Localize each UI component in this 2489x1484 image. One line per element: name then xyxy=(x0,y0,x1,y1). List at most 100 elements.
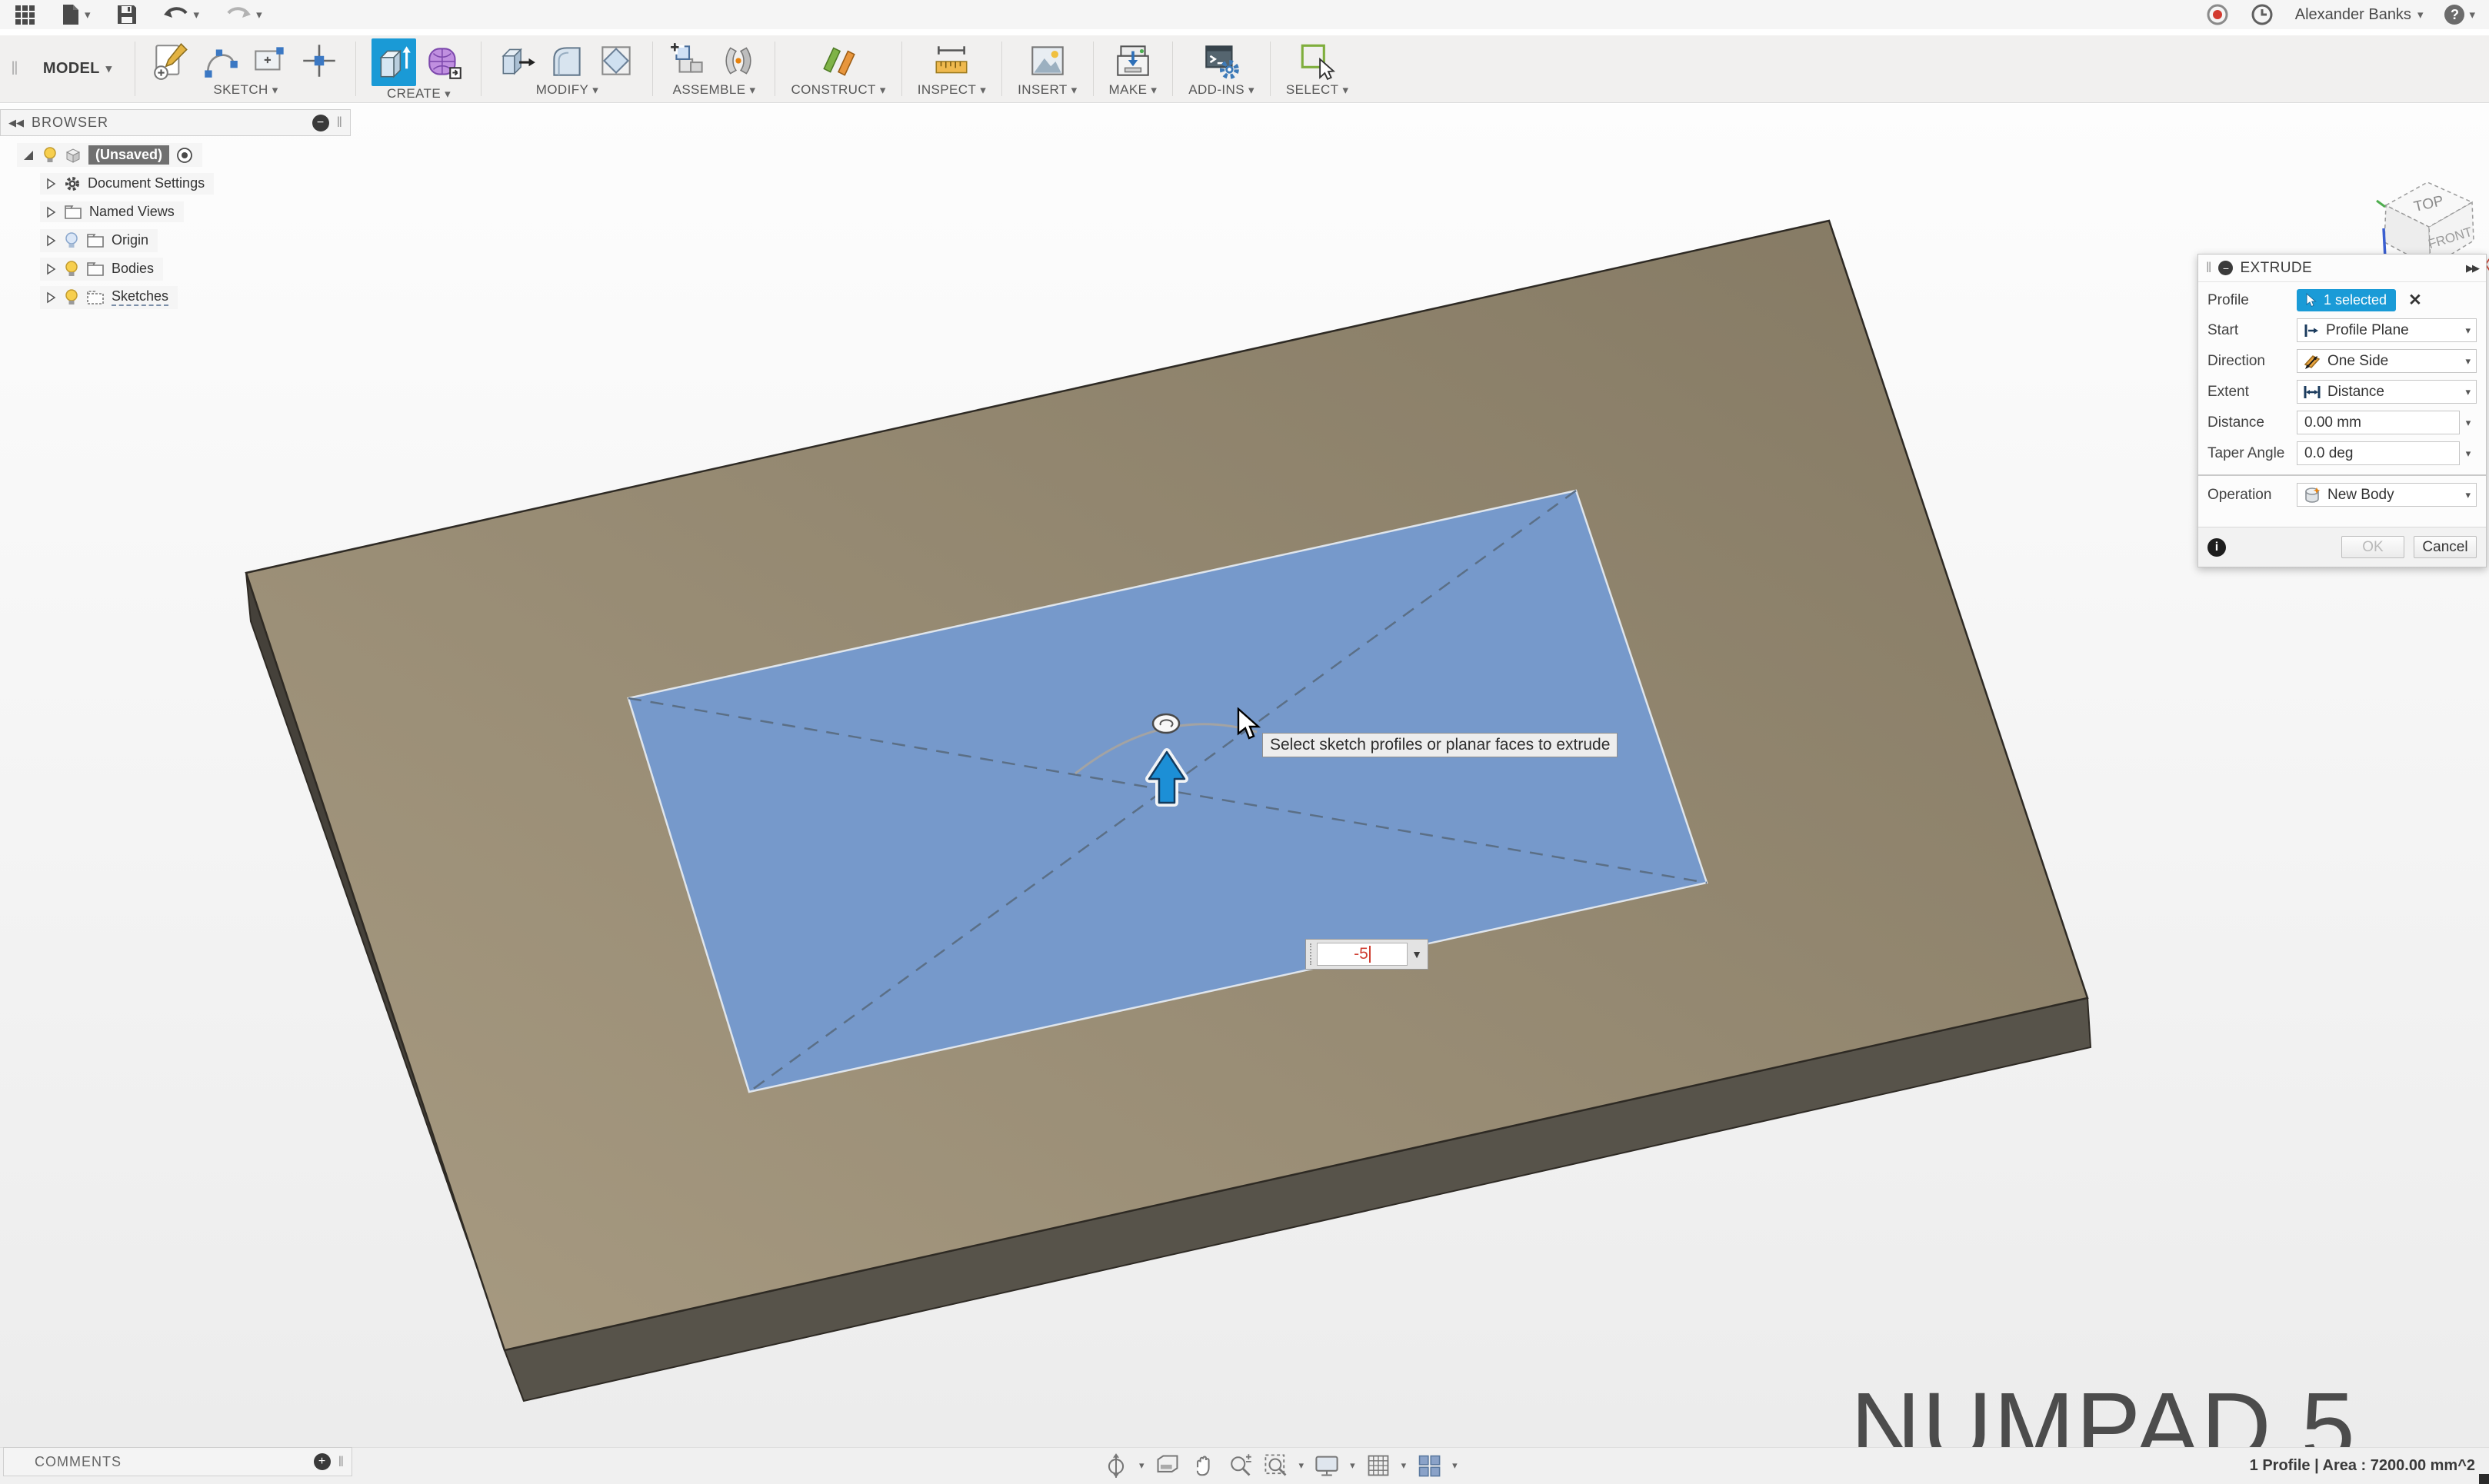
make-group-label[interactable]: MAKE▾ xyxy=(1109,82,1158,101)
ribbon-drag-handle[interactable]: ‖ xyxy=(11,58,18,80)
visibility-bulb-on-icon[interactable] xyxy=(42,146,58,165)
assemble-group-label[interactable]: ASSEMBLE▾ xyxy=(673,82,756,101)
sketch-spline-icon[interactable] xyxy=(200,40,242,82)
dialog-row-taper: Taper Angle 0.0 deg ▾ xyxy=(2207,441,2477,465)
viewport-canvas[interactable]: Select sketch profiles or planar faces t… xyxy=(0,104,2489,1447)
taper-angle-field[interactable]: 0.0 deg xyxy=(2297,441,2460,465)
distance-field[interactable]: 0.00 mm xyxy=(2297,411,2460,434)
workspace-switcher[interactable]: MODEL ▾ xyxy=(23,35,132,102)
new-component-icon[interactable] xyxy=(668,40,710,82)
body-left-side-face[interactable] xyxy=(246,573,524,1401)
create-form-icon[interactable] xyxy=(424,42,465,83)
corner-grip[interactable] xyxy=(2479,1474,2489,1484)
clear-selection-icon[interactable]: ✕ xyxy=(2408,291,2422,310)
zoom-window-icon[interactable] xyxy=(1263,1452,1289,1479)
direction-dropdown[interactable]: One Side ▾ xyxy=(2297,349,2477,373)
collapsed-arrow-icon[interactable] xyxy=(45,206,57,218)
visibility-bulb-on-icon[interactable] xyxy=(64,288,79,307)
collapsed-arrow-icon[interactable] xyxy=(45,291,57,304)
browser-root-row[interactable]: (Unsaved) xyxy=(0,141,351,169)
activate-radio-icon[interactable] xyxy=(176,147,193,164)
comments-resize-handle[interactable]: ‖ xyxy=(338,1454,344,1470)
file-menu-button[interactable]: ▾ xyxy=(62,4,91,25)
create-group-label[interactable]: CREATE▾ xyxy=(387,86,451,105)
save-button[interactable] xyxy=(117,5,137,25)
distance-dropdown-button[interactable]: ▼ xyxy=(1408,948,1426,960)
fillet-icon[interactable] xyxy=(546,40,588,82)
comments-panel[interactable]: COMMENTS + ‖ xyxy=(3,1447,352,1476)
browser-item-origin[interactable]: Origin xyxy=(0,226,351,255)
clock-icon[interactable] xyxy=(2251,3,2274,26)
profile-selected-chip[interactable]: 1 selected xyxy=(2297,289,2396,311)
dialog-expand-icon[interactable]: ▶▶ xyxy=(2466,262,2478,275)
look-at-icon[interactable] xyxy=(1155,1452,1181,1479)
undo-button[interactable]: ▾ xyxy=(163,5,200,24)
collapsed-arrow-icon[interactable] xyxy=(45,178,57,190)
insert-image-icon[interactable] xyxy=(1027,40,1068,82)
3d-print-icon[interactable] xyxy=(1112,40,1154,82)
measure-icon[interactable] xyxy=(931,40,972,82)
panel-resize-handle[interactable]: ‖ xyxy=(337,115,342,131)
widget-drag-handle[interactable] xyxy=(1310,943,1314,965)
sketch-point-icon[interactable] xyxy=(298,40,340,82)
browser-item-named-views[interactable]: Named Views xyxy=(0,198,351,226)
joint-icon[interactable] xyxy=(718,40,759,82)
redo-button[interactable]: ▾ xyxy=(225,5,262,24)
expanded-arrow-icon[interactable] xyxy=(22,148,35,162)
document-name[interactable]: (Unsaved) xyxy=(88,145,169,165)
extrude-drag-arrow[interactable] xyxy=(1149,752,1185,803)
sketch-group-label[interactable]: SKETCH▾ xyxy=(213,82,278,101)
create-sketch-icon[interactable] xyxy=(151,40,192,82)
select-tool-icon[interactable] xyxy=(1297,40,1338,82)
start-dropdown[interactable]: Profile Plane ▾ xyxy=(2297,318,2477,342)
app-grid-button[interactable] xyxy=(14,4,35,25)
visibility-bulb-off-icon[interactable] xyxy=(64,231,79,250)
distance-value-input[interactable]: -5 xyxy=(1317,943,1408,966)
dialog-header[interactable]: ‖ − EXTRUDE ▶▶ xyxy=(2198,255,2486,282)
dialog-drag-handle[interactable]: ‖ xyxy=(2206,260,2211,276)
inspect-group-label[interactable]: INSPECT▾ xyxy=(918,82,986,101)
collapse-panel-icon[interactable]: ◀◀ xyxy=(8,117,24,129)
body-front-side-face[interactable] xyxy=(505,998,2091,1401)
help-menu[interactable]: ? ▾ xyxy=(2444,5,2475,25)
visibility-bulb-on-icon[interactable] xyxy=(64,260,79,278)
zoom-icon[interactable] xyxy=(1227,1452,1253,1479)
addins-group-label[interactable]: ADD-INS▾ xyxy=(1188,82,1254,101)
display-settings-icon[interactable] xyxy=(1314,1452,1340,1479)
cancel-button[interactable]: Cancel xyxy=(2414,536,2477,558)
browser-item-bodies[interactable]: Bodies xyxy=(0,255,351,283)
distance-field-dropdown[interactable]: ▾ xyxy=(2460,417,2477,429)
body-top-face[interactable] xyxy=(246,221,2087,1350)
extent-dropdown[interactable]: Distance ▾ xyxy=(2297,380,2477,404)
dialog-collapse-icon[interactable]: − xyxy=(2218,261,2233,275)
orbit-icon[interactable] xyxy=(1103,1452,1129,1479)
chamfer-icon[interactable] xyxy=(595,40,637,82)
browser-options-icon[interactable]: − xyxy=(312,115,329,131)
collapsed-arrow-icon[interactable] xyxy=(45,235,57,247)
insert-group-label[interactable]: INSERT▾ xyxy=(1018,82,1077,101)
grid-settings-icon[interactable] xyxy=(1365,1452,1391,1479)
scripts-addins-icon[interactable] xyxy=(1201,40,1242,82)
viewports-icon[interactable] xyxy=(1416,1452,1442,1479)
ok-button[interactable]: OK xyxy=(2341,536,2404,558)
info-icon[interactable]: i xyxy=(2207,538,2226,557)
browser-item-sketches[interactable]: Sketches xyxy=(0,283,351,311)
sketch-rectangle-icon[interactable] xyxy=(249,40,291,82)
collapsed-arrow-icon[interactable] xyxy=(45,263,57,275)
add-comment-icon[interactable]: + xyxy=(314,1453,331,1470)
extrude-tool-active[interactable] xyxy=(372,38,416,86)
browser-item-document-settings[interactable]: Document Settings xyxy=(0,169,351,198)
select-group-label[interactable]: SELECT▾ xyxy=(1286,82,1348,101)
modify-group-label[interactable]: MODIFY▾ xyxy=(536,82,598,101)
pan-icon[interactable] xyxy=(1191,1452,1217,1479)
rotate-manipulator-handle[interactable] xyxy=(1153,714,1179,733)
taper-field-dropdown[interactable]: ▾ xyxy=(2460,448,2477,460)
user-menu[interactable]: Alexander Banks ▾ xyxy=(2295,6,2424,24)
construct-group-label[interactable]: CONSTRUCT▾ xyxy=(791,82,885,101)
selected-profile-face[interactable] xyxy=(628,491,1707,1092)
record-icon[interactable] xyxy=(2206,3,2229,26)
operation-dropdown[interactable]: New Body ▾ xyxy=(2297,483,2477,507)
rotate-manipulator-arc[interactable] xyxy=(1075,724,1257,774)
construction-plane-icon[interactable] xyxy=(818,40,859,82)
press-pull-icon[interactable] xyxy=(497,40,538,82)
